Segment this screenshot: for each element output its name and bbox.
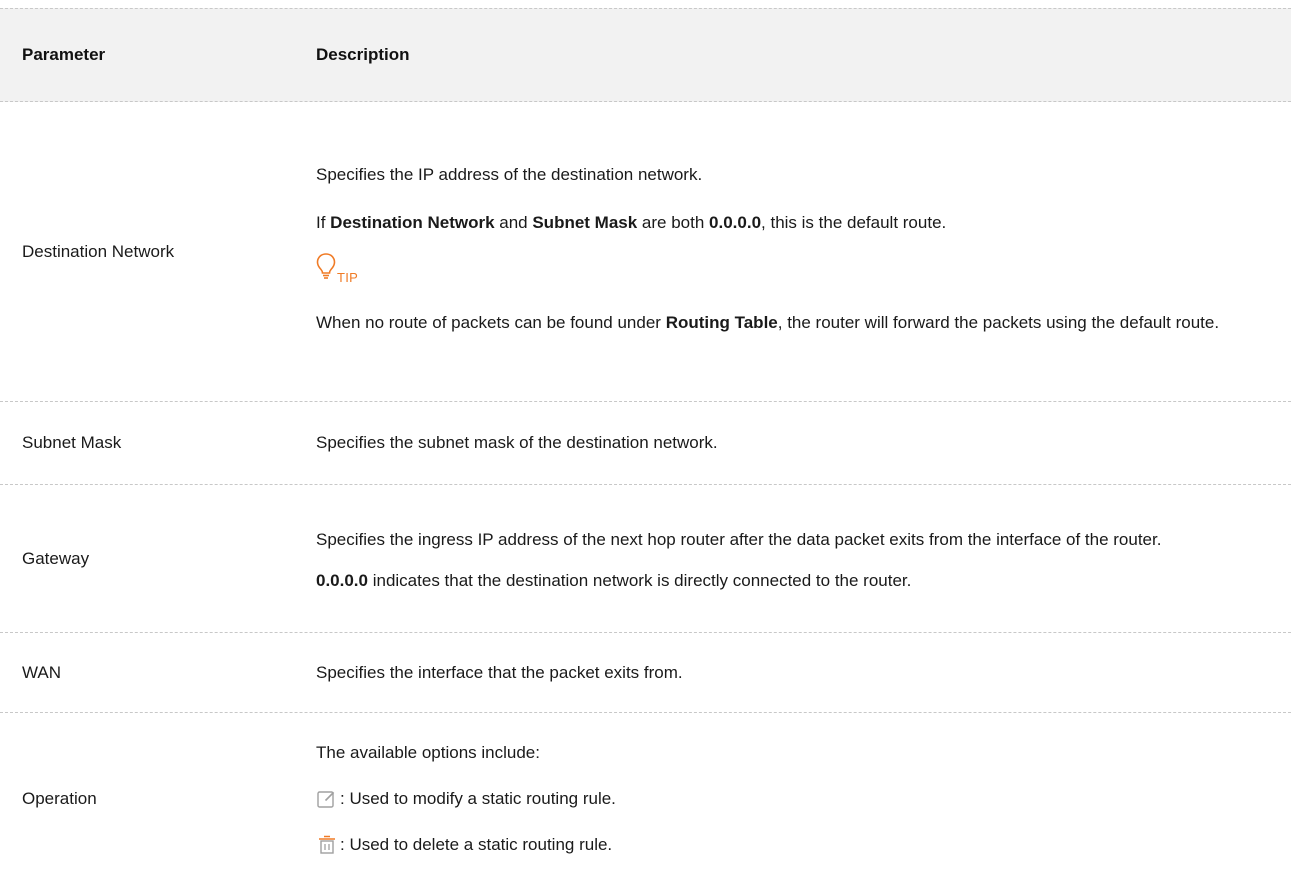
desc-destination-network: Specifies the IP address of the destinat… bbox=[316, 102, 1291, 401]
parameter-table: Parameter Description Destination Networ… bbox=[0, 8, 1291, 885]
param-subnet-mask: Subnet Mask bbox=[22, 433, 122, 452]
desc-text: The available options include: bbox=[316, 743, 540, 762]
desc-text: Specifies the subnet mask of the destina… bbox=[316, 433, 718, 452]
desc-text: Specifies the ingress IP address of the … bbox=[316, 529, 1162, 549]
param-wan: WAN bbox=[22, 662, 62, 682]
desc-text: Specifies the IP address of the destinat… bbox=[316, 164, 703, 184]
table-row: WAN Specifies the interface that the pac… bbox=[0, 633, 1291, 713]
delete-option: : Used to delete a static routing rule. bbox=[316, 833, 1271, 857]
desc-operation: The available options include: : Used to… bbox=[316, 713, 1291, 885]
tip-text: When no route of packets can be found un… bbox=[316, 312, 1220, 332]
desc-subnet-mask: Specifies the subnet mask of the destina… bbox=[316, 402, 1291, 484]
edit-option: : Used to modify a static routing rule. bbox=[316, 787, 1271, 811]
param-gateway: Gateway bbox=[22, 548, 90, 568]
table-row: Subnet Mask Specifies the subnet mask of… bbox=[0, 402, 1291, 485]
table-row: Destination Network Specifies the IP add… bbox=[0, 102, 1291, 402]
desc-wan: Specifies the interface that the packet … bbox=[316, 633, 1291, 712]
edit-icon bbox=[316, 788, 338, 810]
desc-text: If Destination Network and Subnet Mask a… bbox=[316, 212, 947, 232]
table-row: Gateway Specifies the ingress IP address… bbox=[0, 485, 1291, 633]
desc-text: Specifies the interface that the packet … bbox=[316, 662, 683, 682]
header-parameter: Parameter bbox=[22, 45, 106, 64]
table-header: Parameter Description bbox=[0, 8, 1291, 102]
trash-icon bbox=[316, 834, 338, 856]
tip-marker: TIP bbox=[316, 251, 1271, 285]
param-destination-network: Destination Network bbox=[22, 241, 175, 261]
desc-text: 0.0.0.0 indicates that the destination n… bbox=[316, 570, 912, 590]
param-operation: Operation bbox=[22, 789, 97, 808]
tip-label: TIP bbox=[337, 269, 359, 285]
header-description: Description bbox=[316, 45, 410, 64]
lightbulb-icon bbox=[316, 252, 336, 285]
table-row: Operation The available options include:… bbox=[0, 713, 1291, 885]
desc-gateway: Specifies the ingress IP address of the … bbox=[316, 485, 1291, 632]
